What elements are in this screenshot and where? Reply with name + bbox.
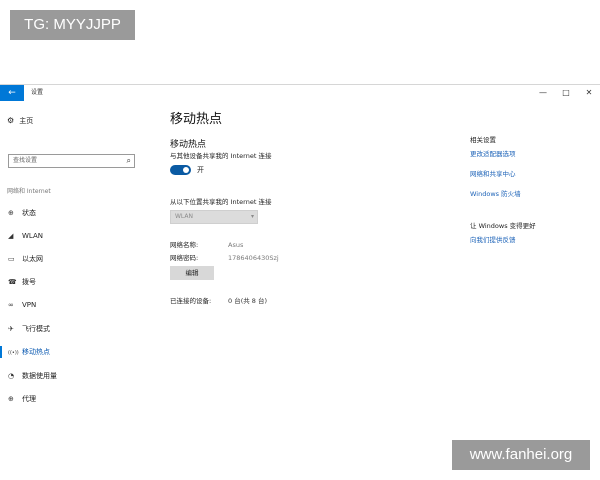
hotspot-icon: ((•)): [8, 350, 19, 356]
network-name-value: Asus: [228, 241, 244, 249]
active-indicator: [0, 346, 2, 358]
search-input[interactable]: 查找设置 ⌕: [8, 154, 135, 168]
gear-icon: ⚙: [7, 116, 15, 125]
sidebar-item-label: 拨号: [22, 278, 36, 286]
share-from-dropdown[interactable]: WLAN ▾: [170, 210, 258, 224]
sidebar-item-label: 以太网: [22, 255, 43, 263]
link-change-adapter-options[interactable]: 更改适配器选项: [470, 149, 516, 159]
sidebar-item-status[interactable]: ⊕ 状态: [8, 206, 36, 220]
share-description: 与其他设备共享我的 Internet 连接: [170, 152, 272, 160]
data-usage-icon: ◔: [8, 372, 15, 380]
sidebar-item-mobile-hotspot[interactable]: ((•)) 移动热点: [8, 345, 50, 359]
settings-window: ← 设置 — □ ✕ ⚙ 主页 查找设置 ⌕ 网络和 Internet ⊕ 状态 …: [0, 84, 600, 403]
link-network-sharing-center[interactable]: 网络和共享中心: [470, 169, 516, 179]
proxy-icon: ⊕: [8, 395, 14, 403]
main-content: 移动热点 移动热点 与其他设备共享我的 Internet 连接 开 从以下位置共…: [170, 101, 460, 395]
network-password-label: 网络密码:: [170, 254, 199, 262]
sidebar-item-proxy[interactable]: ⊕ 代理: [8, 392, 36, 406]
sidebar-item-label: 状态: [22, 209, 36, 217]
site-watermark: www.fanhei.org: [452, 440, 590, 470]
sidebar-item-label: 飞行模式: [22, 325, 50, 333]
network-name-label: 网络名称:: [170, 241, 199, 249]
network-password-value: 1786406430Szj: [228, 254, 279, 262]
toggle-state-label: 开: [197, 166, 204, 174]
sidebar-home-label: 主页: [19, 117, 34, 125]
sidebar-item-wlan[interactable]: ◢ WLAN: [8, 229, 43, 243]
section-heading: 移动热点: [170, 140, 207, 150]
page-title: 移动热点: [170, 112, 223, 127]
minimize-button[interactable]: —: [532, 85, 554, 101]
sidebar-item-dialup[interactable]: ☎ 拨号: [8, 275, 36, 289]
connected-devices-label: 已连接的设备:: [170, 297, 212, 305]
sidebar-item-label: VPN: [22, 301, 37, 309]
close-button[interactable]: ✕: [578, 85, 600, 101]
sidebar-item-label: 移动热点: [22, 348, 50, 356]
share-from-label: 从以下位置共享我的 Internet 连接: [170, 198, 272, 206]
back-button[interactable]: ←: [0, 85, 24, 101]
sidebar-item-label: 数据使用量: [22, 372, 57, 380]
ethernet-icon: ▭: [8, 255, 15, 263]
globe-icon: ⊕: [8, 209, 14, 217]
edit-button[interactable]: 编辑: [170, 266, 214, 280]
connected-devices-value: 0 台(共 8 台): [228, 297, 268, 305]
related-settings-heading: 相关设置: [470, 136, 496, 144]
title-bar: ← 设置 — □ ✕: [0, 85, 600, 101]
sidebar-section-label: 网络和 Internet: [7, 188, 51, 195]
sidebar-item-airplane-mode[interactable]: ✈ 飞行模式: [8, 322, 50, 336]
window-title: 设置: [31, 89, 44, 96]
chevron-down-icon: ▾: [250, 213, 254, 220]
feedback-heading: 让 Windows 变得更好: [470, 222, 536, 230]
vpn-icon: ∞: [8, 301, 14, 309]
sidebar-item-ethernet[interactable]: ▭ 以太网: [8, 252, 43, 266]
sidebar-home[interactable]: ⚙ 主页: [7, 115, 33, 127]
sidebar: ⚙ 主页 查找设置 ⌕ 网络和 Internet ⊕ 状态 ◢ WLAN ▭ 以太网 …: [0, 101, 150, 403]
tg-watermark: TG: MYYJJPP: [10, 10, 135, 40]
sidebar-item-label: 代理: [22, 395, 36, 403]
sidebar-item-label: WLAN: [22, 232, 44, 240]
airplane-icon: ✈: [8, 325, 14, 333]
share-from-value: WLAN: [175, 213, 194, 220]
sidebar-item-vpn[interactable]: ∞ VPN: [8, 298, 36, 312]
search-icon: ⌕: [126, 156, 131, 165]
link-give-feedback[interactable]: 向我们提供反馈: [470, 235, 516, 245]
related-settings: 相关设置 更改适配器选项 网络和共享中心 Windows 防火墙 让 Windo…: [470, 101, 595, 395]
search-placeholder: 查找设置: [13, 157, 38, 164]
dialup-icon: ☎: [8, 278, 17, 286]
link-windows-firewall[interactable]: Windows 防火墙: [470, 189, 521, 199]
maximize-button[interactable]: □: [555, 85, 577, 101]
hotspot-toggle[interactable]: [170, 165, 191, 175]
wifi-icon: ◢: [8, 232, 14, 240]
sidebar-item-data-usage[interactable]: ◔ 数据使用量: [8, 369, 57, 383]
